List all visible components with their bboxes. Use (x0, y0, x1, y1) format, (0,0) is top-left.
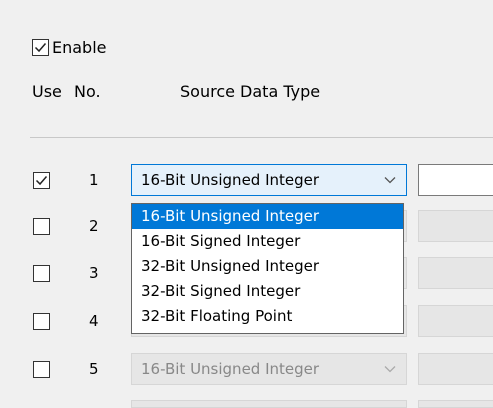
row-3-use-checkbox[interactable] (33, 265, 50, 282)
row-4-number: 4 (89, 312, 99, 330)
row-2-number: 2 (89, 217, 99, 235)
row-5-number: 5 (89, 360, 99, 378)
row-5-source-type-value: 16-Bit Unsigned Integer (141, 360, 320, 378)
row-4-value-field[interactable] (418, 305, 493, 337)
enable-label: Enable (52, 38, 107, 57)
row-1-value-field[interactable] (418, 164, 493, 196)
source-type-dropdown-list[interactable]: 16-Bit Unsigned Integer 16-Bit Signed In… (131, 203, 404, 334)
check-icon (35, 176, 48, 186)
row-5-source-type-combo[interactable]: 16-Bit Unsigned Integer (131, 353, 407, 385)
row-6-source-type-combo[interactable] (131, 400, 407, 408)
header-use: Use (32, 82, 62, 101)
dropdown-option[interactable]: 32-Bit Unsigned Integer (132, 254, 403, 279)
dropdown-option[interactable]: 32-Bit Floating Point (132, 304, 403, 329)
row-3-number: 3 (89, 264, 99, 282)
row-5-value-field[interactable] (418, 353, 493, 385)
row-1-source-type-combo[interactable]: 16-Bit Unsigned Integer (131, 164, 407, 196)
header-no: No. (74, 82, 101, 101)
header-separator (30, 137, 493, 138)
chevron-down-icon (384, 177, 396, 184)
header-source-data-type: Source Data Type (180, 82, 321, 101)
row-1-source-type-value: 16-Bit Unsigned Integer (141, 171, 320, 189)
row-6-value-field[interactable] (418, 400, 493, 408)
row-5-use-checkbox[interactable] (33, 361, 50, 378)
enable-checkbox[interactable] (32, 39, 49, 56)
row-1-number: 1 (89, 171, 99, 189)
row-3-value-field[interactable] (418, 257, 493, 289)
dropdown-option[interactable]: 32-Bit Signed Integer (132, 279, 403, 304)
row-4-use-checkbox[interactable] (33, 313, 50, 330)
dropdown-option[interactable]: 16-Bit Unsigned Integer (132, 204, 403, 229)
row-2-value-field[interactable] (418, 210, 493, 242)
dropdown-option[interactable]: 16-Bit Signed Integer (132, 229, 403, 254)
chevron-down-icon (384, 366, 396, 373)
row-2-use-checkbox[interactable] (33, 218, 50, 235)
check-icon (34, 43, 47, 53)
row-1-use-checkbox[interactable] (33, 172, 50, 189)
